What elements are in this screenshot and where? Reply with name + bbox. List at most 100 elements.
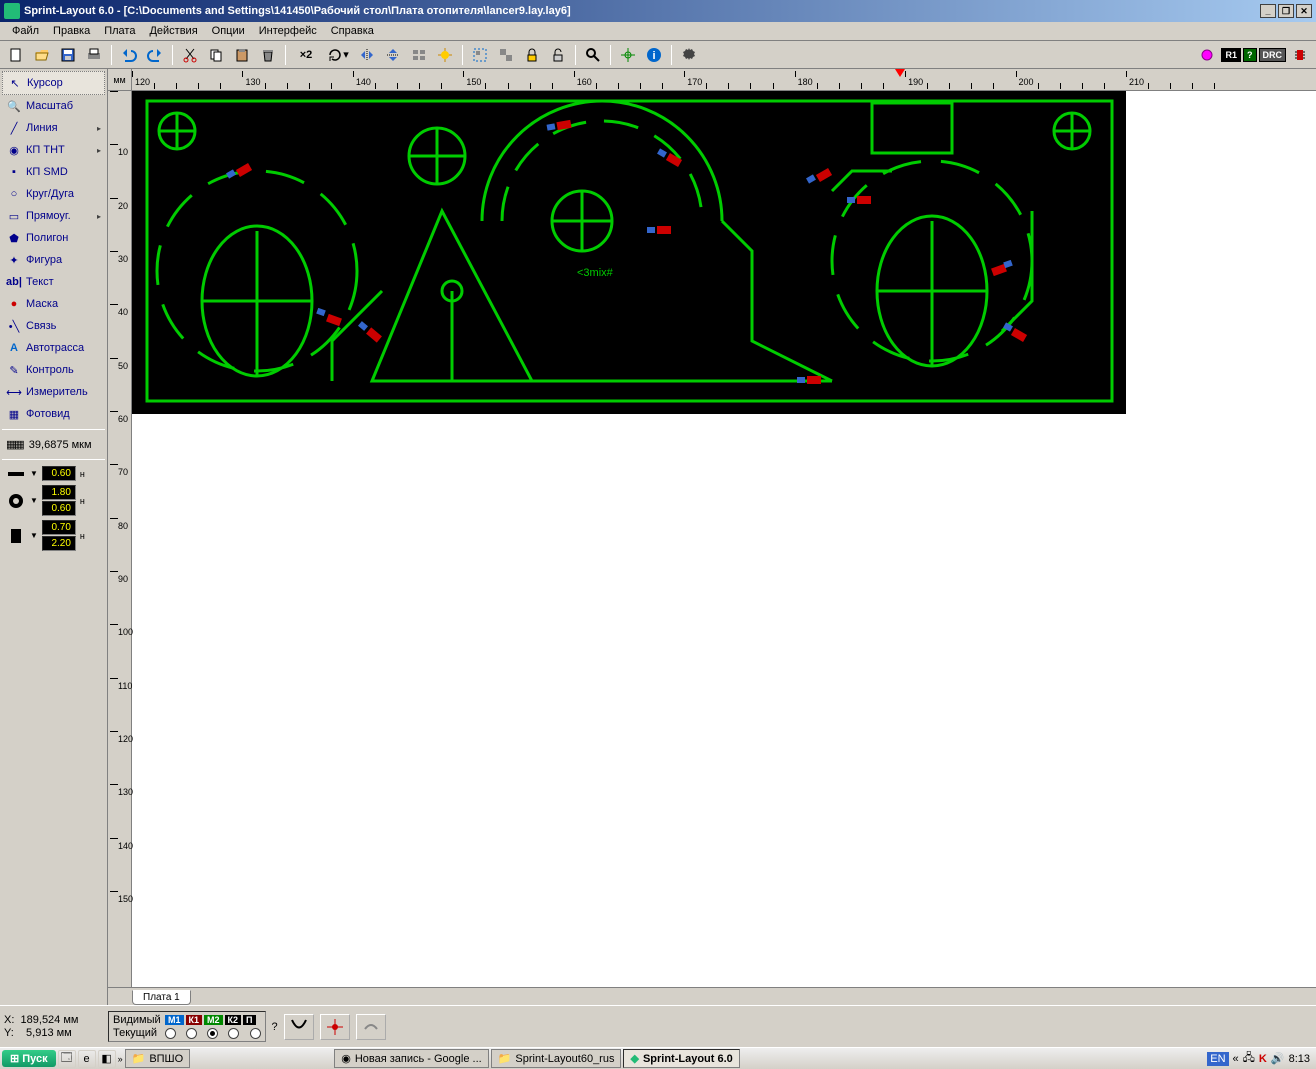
layer-help[interactable]: ? (272, 1021, 278, 1033)
menu-options[interactable]: Опции (206, 23, 251, 39)
tool-text[interactable]: ab|Текст (2, 271, 105, 293)
tray-network-icon[interactable]: 🖧 (1243, 1049, 1255, 1068)
copy-icon[interactable] (204, 44, 228, 66)
lock-icon[interactable] (520, 44, 544, 66)
tool-cursor[interactable]: ↖Курсор (2, 71, 105, 95)
quick-app-icon[interactable]: ◧ (98, 1050, 116, 1068)
minimize-button[interactable]: _ (1260, 4, 1276, 18)
smd-size[interactable]: ▼ 0.70 2.20 н (2, 518, 105, 553)
tool-check[interactable]: ✎Контроль (2, 359, 105, 381)
clock[interactable]: 8:13 (1289, 1053, 1310, 1065)
tool-line[interactable]: ╱Линия (2, 117, 105, 139)
cut-icon[interactable] (178, 44, 202, 66)
layer-radio-k2[interactable] (228, 1028, 239, 1039)
r1-badge[interactable]: R1 (1221, 48, 1241, 62)
paste-icon[interactable] (230, 44, 254, 66)
taskbar-item[interactable]: 📁 ВПШО (125, 1049, 191, 1068)
track-width[interactable]: ▼ 0.60 н (2, 464, 105, 483)
tray-k-icon[interactable]: K (1259, 1053, 1267, 1065)
design-text: <3mix# (577, 267, 614, 279)
component-icon[interactable] (1288, 44, 1312, 66)
mirror-v-icon[interactable] (381, 44, 405, 66)
delete-icon[interactable] (256, 44, 280, 66)
undo-icon[interactable] (117, 44, 141, 66)
layer-radio-k1[interactable] (186, 1028, 197, 1039)
layer-k1[interactable]: К1 (186, 1015, 203, 1025)
taskbar-item-folder[interactable]: 📁 Sprint-Layout60_rus (491, 1049, 622, 1068)
layer-radio-p[interactable] (250, 1028, 261, 1039)
tool-measure[interactable]: ⟷Измеритель (2, 381, 105, 403)
menu-edit[interactable]: Правка (47, 23, 96, 39)
tool-photoview[interactable]: ▦Фотовид (2, 403, 105, 425)
menu-help[interactable]: Справка (325, 23, 380, 39)
snap-icon[interactable] (433, 44, 457, 66)
rotate-icon[interactable]: ▾ (323, 44, 353, 66)
crosshair-icon[interactable] (616, 44, 640, 66)
tool-connection[interactable]: •╲Связь (2, 315, 105, 337)
layer-m1[interactable]: М1 (165, 1015, 184, 1025)
ruler-vertical[interactable]: 102030405060708090100110120130140150 (108, 91, 132, 1005)
layer-radio-m1[interactable] (165, 1028, 176, 1039)
new-icon[interactable] (4, 44, 28, 66)
tool-pad-tht[interactable]: ◉КП THT (2, 139, 105, 161)
start-button[interactable]: ⊞ Пуск (2, 1050, 56, 1067)
pad-size[interactable]: ▼ 1.80 0.60 н (2, 483, 105, 518)
quick-ie-icon[interactable]: e (78, 1050, 96, 1068)
mirror-h-icon[interactable] (355, 44, 379, 66)
menu-bar: Файл Правка Плата Действия Опции Интерфе… (0, 22, 1316, 41)
layer-k2[interactable]: К2 (225, 1015, 242, 1025)
status-btn-3[interactable] (356, 1014, 386, 1040)
align-icon[interactable] (407, 44, 431, 66)
info-icon[interactable]: i (642, 44, 666, 66)
tool-polygon[interactable]: ⬟Полигон (2, 227, 105, 249)
tool-circle[interactable]: ○Круг/Дуга (2, 183, 105, 205)
lang-indicator[interactable]: EN (1207, 1052, 1228, 1066)
search-icon[interactable] (581, 44, 605, 66)
ungroup-icon[interactable] (494, 44, 518, 66)
tool-mask[interactable]: ●Маска (2, 293, 105, 315)
windows-icon: ⊞ (10, 1052, 19, 1065)
tool-label: Линия (26, 122, 58, 134)
quick-desktop-icon[interactable]: 🗔 (58, 1050, 76, 1068)
tool-zoom[interactable]: 🔍Масштаб (2, 95, 105, 117)
tool-autoroute[interactable]: AАвтотрасса (2, 337, 105, 359)
tray-expand-icon[interactable]: « (1233, 1053, 1239, 1065)
open-icon[interactable] (30, 44, 54, 66)
layer-m2[interactable]: М2 (204, 1015, 223, 1025)
taskbar-item-app[interactable]: ◆ Sprint-Layout 6.0 (623, 1049, 739, 1068)
print-icon[interactable] (82, 44, 106, 66)
record-icon[interactable] (1195, 44, 1219, 66)
status-btn-1[interactable] (284, 1014, 314, 1040)
ruler-horizontal[interactable]: 120130140150160170180190200210 (132, 69, 1316, 91)
menu-board[interactable]: Плата (98, 23, 141, 39)
help-badge[interactable]: ? (1243, 48, 1257, 62)
drc-badge[interactable]: DRC (1259, 48, 1287, 62)
tool-shape[interactable]: ✦Фигура (2, 249, 105, 271)
unlock-icon[interactable] (546, 44, 570, 66)
duplicate-icon[interactable]: ×2 (291, 44, 321, 66)
redo-icon[interactable] (143, 44, 167, 66)
pcb-design-canvas[interactable]: <3mix# (132, 91, 1126, 414)
tool-rect[interactable]: ▭Прямоуг. (2, 205, 105, 227)
menu-file[interactable]: Файл (6, 23, 45, 39)
param-value: 2.20 (42, 536, 76, 551)
layer-p[interactable]: П (243, 1015, 255, 1025)
menu-actions[interactable]: Действия (143, 23, 203, 39)
layer-radio-m2[interactable] (207, 1028, 218, 1039)
status-btn-2[interactable] (320, 1014, 350, 1040)
tool-pad-smd[interactable]: ▪КП SMD (2, 161, 105, 183)
maximize-button[interactable]: ❐ (1278, 4, 1294, 18)
close-button[interactable]: ✕ (1296, 4, 1312, 18)
status-bar: X: 189,524 мм Y: 5,913 мм Видимый М1 К1 … (0, 1005, 1316, 1047)
taskbar-item-chrome[interactable]: ◉ Новая запись - Google ... (334, 1049, 489, 1068)
group-icon[interactable] (468, 44, 492, 66)
visible-label: Видимый (113, 1014, 163, 1026)
board-tab[interactable]: Плата 1 (132, 990, 191, 1005)
autoroute-icon: A (6, 340, 22, 356)
gear-icon[interactable] (677, 44, 701, 66)
tray-volume-icon[interactable]: 🔊 (1271, 1052, 1285, 1065)
grid-info[interactable]: ▦▦ 39,6875 мкм (2, 434, 105, 455)
save-icon[interactable] (56, 44, 80, 66)
menu-interface[interactable]: Интерфейс (253, 23, 323, 39)
folder-icon: 📁 (498, 1052, 512, 1065)
